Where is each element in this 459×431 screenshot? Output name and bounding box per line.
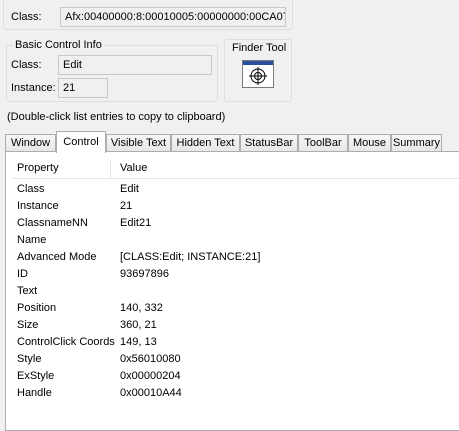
list-item[interactable]: Name bbox=[12, 232, 459, 249]
tab-visible-text[interactable]: Visible Text bbox=[106, 134, 171, 152]
property-value: 360, 21 bbox=[120, 319, 157, 331]
tab-window[interactable]: Window bbox=[5, 134, 56, 152]
property-name: Text bbox=[17, 285, 38, 297]
tab-hidden-text[interactable]: Hidden Text bbox=[171, 134, 240, 152]
control-class-label: Class: bbox=[11, 59, 42, 71]
property-name: Style bbox=[17, 353, 42, 365]
property-value: 21 bbox=[120, 200, 133, 212]
window-class-field[interactable]: Afx:00400000:8:00010005:00000000:00CA07 bbox=[60, 7, 286, 27]
property-value: Edit bbox=[120, 183, 139, 195]
property-name: ID bbox=[17, 268, 28, 280]
property-value: 140, 332 bbox=[120, 302, 163, 314]
property-name: Name bbox=[17, 234, 47, 246]
property-value: 0x00000204 bbox=[120, 370, 181, 382]
list-item[interactable]: Class Edit bbox=[12, 181, 459, 198]
control-class-field[interactable]: Edit bbox=[58, 55, 212, 75]
list-item[interactable]: ControlClick Coords 149, 13 bbox=[12, 334, 459, 351]
column-header-value[interactable]: Value bbox=[120, 162, 147, 174]
property-name: Advanced Mode bbox=[17, 251, 97, 263]
list-item[interactable]: ID 93697896 bbox=[12, 266, 459, 283]
property-name: Position bbox=[17, 302, 57, 314]
list-item[interactable]: Position 140, 332 bbox=[12, 300, 459, 317]
basic-control-info-title: Basic Control Info bbox=[13, 39, 104, 51]
property-value: Edit21 bbox=[120, 217, 152, 229]
property-value: 149, 13 bbox=[120, 336, 157, 348]
property-name: Instance bbox=[17, 200, 59, 212]
property-name: Class bbox=[17, 183, 45, 195]
list-item[interactable]: Text bbox=[12, 283, 459, 300]
list-item[interactable]: Advanced Mode [CLASS:Edit; INSTANCE:21] bbox=[12, 249, 459, 266]
property-value: [CLASS:Edit; INSTANCE:21] bbox=[120, 251, 261, 263]
property-name: ControlClick Coords bbox=[17, 336, 115, 348]
window-class-label: Class: bbox=[11, 11, 42, 23]
instance-field[interactable]: 21 bbox=[58, 78, 108, 98]
property-name: Size bbox=[17, 319, 39, 331]
list-item[interactable]: Instance 21 bbox=[12, 198, 459, 215]
finder-tool-title: Finder Tool bbox=[232, 42, 287, 54]
property-name: ExStyle bbox=[17, 370, 55, 382]
copy-hint-text: (Double-click list entries to copy to cl… bbox=[7, 111, 226, 123]
list-item[interactable]: Handle 0x00010A44 bbox=[12, 385, 459, 402]
list-header: Property Value bbox=[12, 160, 459, 179]
property-name: ClassnameNN bbox=[17, 217, 88, 229]
property-value: 0x00010A44 bbox=[120, 387, 182, 399]
tab-summary[interactable]: Summary bbox=[391, 134, 442, 152]
list-item[interactable]: ExStyle 0x00000204 bbox=[12, 368, 459, 385]
column-divider[interactable] bbox=[110, 160, 111, 178]
list-item[interactable]: Size 360, 21 bbox=[12, 317, 459, 334]
list-item[interactable]: Style 0x56010080 bbox=[12, 351, 459, 368]
property-value: 0x56010080 bbox=[120, 353, 181, 365]
property-name: Handle bbox=[17, 387, 52, 399]
crosshair-target-icon[interactable] bbox=[242, 60, 274, 88]
instance-label: Instance: bbox=[11, 82, 56, 94]
tab-control[interactable]: Control bbox=[56, 131, 106, 153]
list-item[interactable]: ClassnameNN Edit21 bbox=[12, 215, 459, 232]
property-value: 93697896 bbox=[120, 268, 169, 280]
tab-statusbar[interactable]: StatusBar bbox=[240, 134, 298, 152]
tab-toolbar[interactable]: ToolBar bbox=[298, 134, 348, 152]
tab-mouse[interactable]: Mouse bbox=[348, 134, 391, 152]
column-header-property[interactable]: Property bbox=[17, 162, 59, 174]
